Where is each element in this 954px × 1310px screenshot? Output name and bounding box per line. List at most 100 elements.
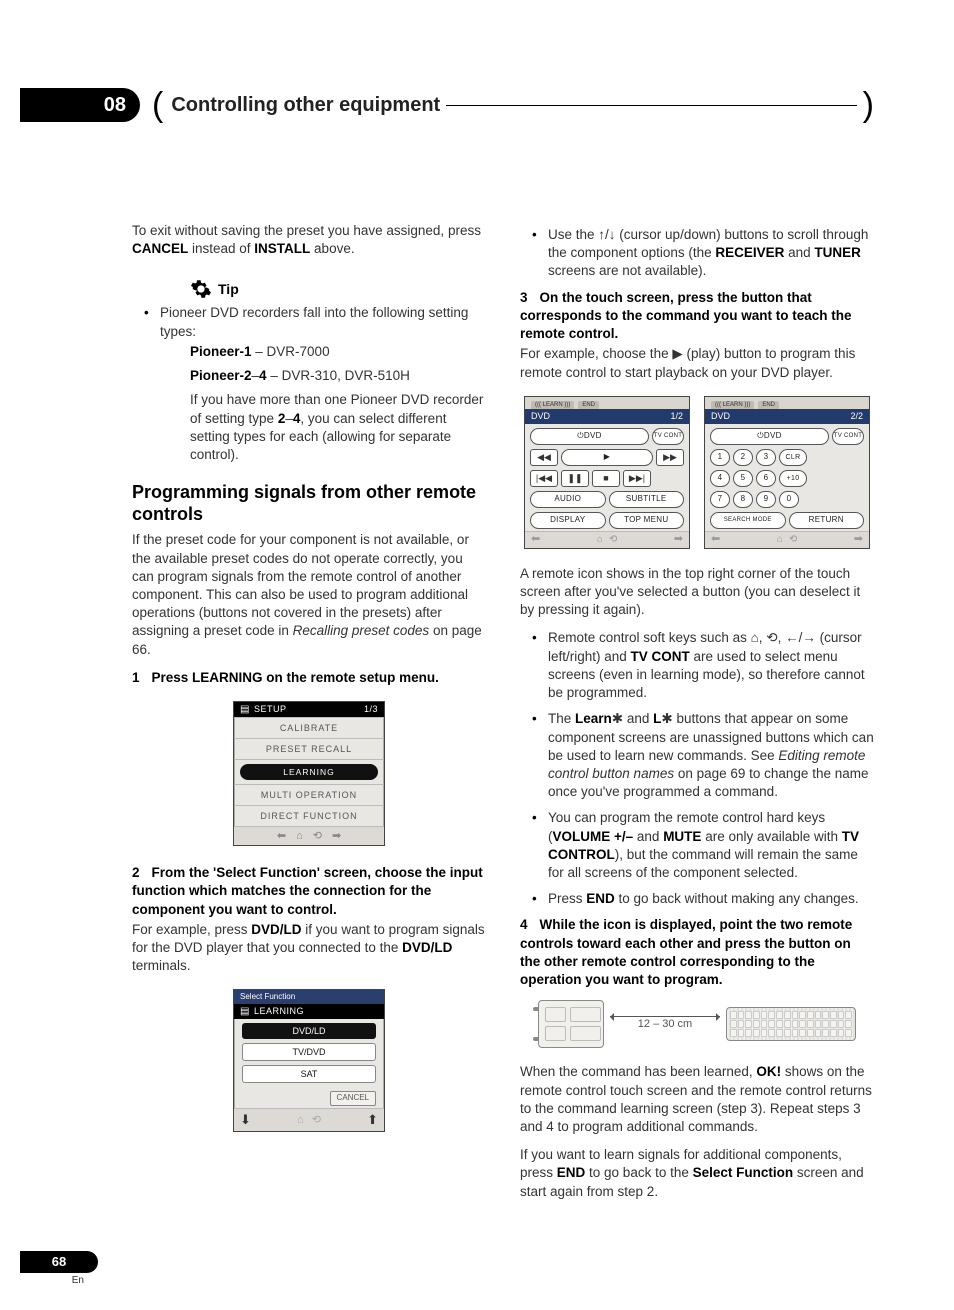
search-mode-button: SEARCH MODE: [710, 512, 786, 529]
heading-programming: Programming signals from other remote co…: [132, 482, 486, 525]
bold: TV CONT: [631, 649, 690, 664]
paren-right-icon: ): [863, 88, 874, 122]
bold: TUNER: [814, 245, 861, 260]
end-tab: END: [758, 401, 779, 409]
page-footer: 68 En: [20, 1251, 98, 1286]
dvd-tabs: ((( LEARN ))) END: [705, 397, 869, 409]
end-tab: END: [578, 401, 599, 409]
text: –: [252, 368, 260, 383]
back-icon: ⟲: [789, 533, 797, 547]
setup-screen-title-bar: ▤ SETUP 1/3: [234, 702, 384, 717]
num-3: 3: [756, 449, 776, 466]
menu-item-learning-wrap: LEARNING: [234, 759, 384, 784]
num-2: 2: [733, 449, 753, 466]
ok-paragraph: When the command has been learned, OK! s…: [520, 1063, 874, 1136]
gear-icon: [190, 278, 212, 300]
intro-paragraph: To exit without saving the preset you ha…: [132, 222, 486, 258]
text: DVD: [584, 431, 602, 442]
cursor-up-icon: ↑: [598, 227, 605, 242]
right-bullets-main: Remote control soft keys such as ⌂, ⟲, ←…: [520, 629, 874, 908]
page-label: 2/2: [850, 410, 863, 422]
step-number: 2: [132, 865, 140, 880]
return-button: RETURN: [789, 512, 865, 529]
distance-label-wrap: 12 – 30 cm: [610, 1016, 720, 1032]
learn-tab: ((( LEARN ))): [711, 401, 754, 409]
tip-sub-2: Pioneer-2–4 – DVR-310, DVR-510H: [190, 367, 486, 385]
screen-footer: ⬅ ⌂ ⟲ ➡: [234, 826, 384, 845]
bullet-hardkeys: You can program the remote control hard …: [538, 809, 874, 882]
text: To exit without saving the preset you ha…: [132, 223, 481, 238]
bold: Pioneer-2: [190, 368, 252, 383]
mode-label: DVD: [711, 410, 730, 422]
text: DVD: [764, 431, 782, 442]
screen-subtitle: Select Function: [234, 990, 384, 1004]
dvd-screen-1: ((( LEARN )))END DVD1/2 ⏻ DVDTV CONT ◀◀▶…: [524, 396, 690, 549]
back-icon: ⟲: [766, 630, 777, 645]
arrow-right-icon: ➡: [674, 532, 683, 547]
num-8: 8: [733, 491, 753, 508]
cancel-row: CANCEL: [234, 1087, 384, 1108]
bold: Select Function: [693, 1165, 794, 1180]
arrow-right-icon: ➡: [332, 829, 341, 844]
home-icon: ⌂: [777, 533, 783, 547]
play-button: ▶: [561, 449, 653, 466]
skip-fwd-icon: ▶▶|: [623, 470, 651, 487]
other-remote-illustration: [726, 1007, 856, 1041]
option-dvd-ld: DVD/LD: [242, 1023, 376, 1039]
menu-item-preset-recall: PRESET RECALL: [234, 738, 384, 759]
bold: RECEIVER: [715, 245, 784, 260]
screen-title: SETUP: [254, 702, 287, 717]
tip-bullets: Pioneer DVD recorders fall into the foll…: [132, 304, 486, 464]
step-1-heading: 1Press LEARNING on the remote setup menu…: [132, 669, 486, 687]
tip-sub-1: Pioneer-1 – DVR-7000: [190, 343, 486, 361]
arrow-up-bold-icon: ⬆: [367, 1111, 378, 1129]
cursor-left-icon: ←: [785, 630, 799, 645]
bold: DVD/LD: [251, 922, 301, 937]
bold-cancel: CANCEL: [132, 241, 188, 256]
text: Remote control soft keys such as: [548, 630, 751, 645]
display-button: DISPLAY: [530, 512, 606, 529]
bold: OK!: [756, 1064, 781, 1079]
text: When the command has been learned,: [520, 1064, 756, 1079]
pause-icon: ❚❚: [561, 470, 589, 487]
num-7: 7: [710, 491, 730, 508]
prev-icon: ◀◀: [530, 449, 558, 466]
cancel-button: CANCEL: [330, 1091, 376, 1106]
page: 08 ( Controlling other equipment ) To ex…: [0, 0, 954, 1310]
step-text: From the 'Select Function' screen, choos…: [132, 865, 483, 916]
text: terminals.: [132, 958, 191, 973]
step-2-heading: 2From the 'Select Function' screen, choo…: [132, 864, 486, 919]
step-text: On the touch screen, press the button th…: [520, 290, 852, 341]
tv-cont-button: TV CONT: [652, 428, 684, 445]
text: The: [548, 711, 575, 726]
bullet-press-end: Press END to go back without making any …: [538, 890, 874, 908]
learning-title-bar: ▤ LEARNING: [234, 1004, 384, 1019]
remote-icon: ▤: [240, 1004, 250, 1019]
bold: END: [557, 1165, 586, 1180]
text: instead of: [188, 241, 254, 256]
after-dvd-paragraph: A remote icon shows in the top right cor…: [520, 565, 874, 620]
text: screens are not available).: [548, 263, 706, 278]
back-icon: ⟲: [313, 829, 322, 844]
text: – DVR-7000: [252, 344, 330, 359]
tip-sublist: Pioneer-1 – DVR-7000 Pioneer-2–4 – DVR-3…: [160, 343, 486, 464]
text: are only available with: [701, 829, 841, 844]
dvd-power-button: ⏻ DVD: [530, 428, 649, 445]
arrow-left-icon: ⬅: [531, 532, 540, 547]
left-column: To exit without saving the preset you ha…: [132, 222, 486, 1211]
num-5: 5: [733, 470, 753, 487]
text: to go back without making any changes.: [615, 891, 859, 906]
screen-footer: ⬇ ⌂⟲ ⬆: [234, 1108, 384, 1131]
text: For example, press: [132, 922, 251, 937]
bold: Pioneer-1: [190, 344, 252, 359]
bullet-learn-buttons: The Learn✱ and L✱ buttons that appear on…: [538, 710, 874, 801]
num-plus10: +10: [779, 470, 807, 487]
home-icon: ⌂: [751, 630, 759, 645]
skip-back-icon: |◀◀: [530, 470, 558, 487]
num-clr: CLR: [779, 449, 807, 466]
distance-arrow-icon: [610, 1016, 720, 1017]
bold: DVD/LD: [402, 940, 452, 955]
bold: MUTE: [663, 829, 701, 844]
step-4-heading: 4While the icon is displayed, point the …: [520, 916, 874, 989]
step-3-heading: 3On the touch screen, press the button t…: [520, 289, 874, 344]
